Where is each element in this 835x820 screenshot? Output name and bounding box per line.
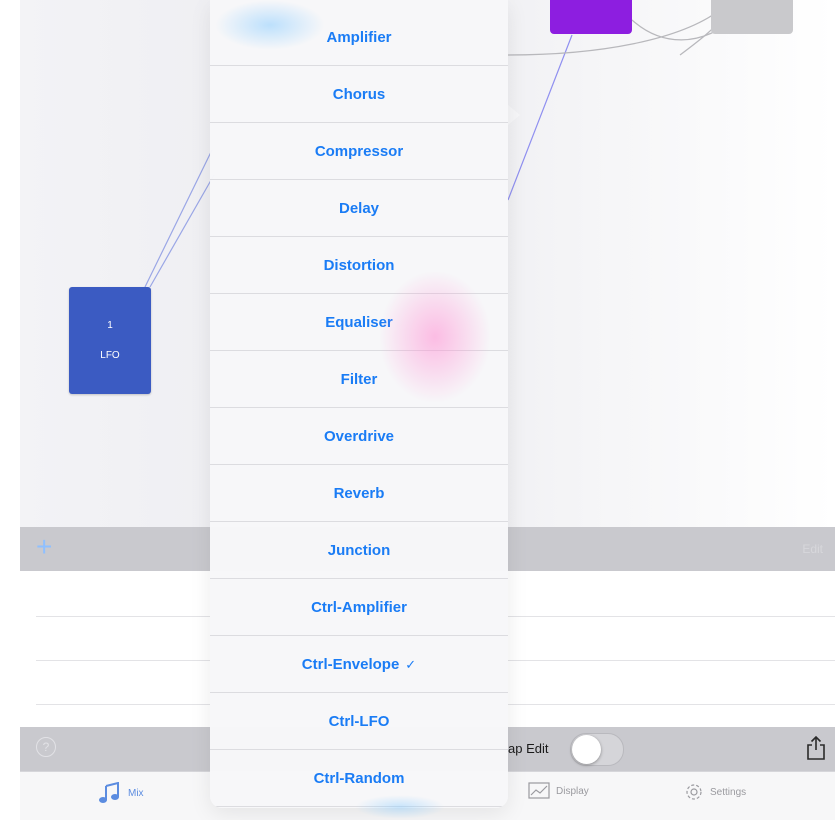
tab-display-label: Display: [556, 785, 589, 797]
menu-item-label: Amplifier: [326, 29, 392, 46]
menu-item-label: Junction: [327, 542, 391, 559]
touch-highlight: [380, 272, 490, 402]
menu-item-label: Compressor: [314, 143, 404, 160]
menu-item-reverb[interactable]: Reverb: [210, 466, 508, 522]
menu-item-compressor[interactable]: Compressor: [210, 124, 508, 180]
menu-item-ctrl-envelope[interactable]: Ctrl-Envelope ✓: [210, 637, 508, 693]
map-edit-toggle[interactable]: [570, 733, 624, 766]
lfo-module-label: LFO: [100, 350, 120, 361]
tab-settings[interactable]: Settings: [684, 782, 746, 802]
menu-item-label: Filter: [340, 371, 378, 388]
gear-icon: [686, 784, 702, 800]
edit-button[interactable]: Edit: [802, 542, 823, 556]
lfo-module[interactable]: 1 LFO: [69, 287, 151, 394]
menu-item-label: Reverb: [333, 485, 385, 502]
toggle-knob: [572, 735, 601, 764]
share-icon[interactable]: [805, 735, 827, 761]
menu-item-label: Ctrl-Amplifier: [311, 599, 407, 616]
map-edit-label: ap Edit: [508, 741, 549, 756]
wire-lfo-2: [149, 174, 215, 288]
menu-item-label: Delay: [338, 200, 380, 217]
menu-item-ctrl-lfo[interactable]: Ctrl-LFO: [210, 694, 508, 750]
tab-mix-label: Mix: [128, 787, 144, 799]
tab-settings-label: Settings: [710, 786, 747, 798]
gray-module[interactable]: [711, 0, 793, 34]
menu-item-label: Ctrl-Random: [313, 770, 405, 787]
lfo-module-number: 1: [107, 320, 113, 331]
purple-module[interactable]: [550, 0, 632, 34]
module-type-popover: Amplifier Chorus Compressor Delay Distortion…: [210, 0, 508, 808]
tab-display[interactable]: Display: [528, 782, 589, 800]
menu-item-overdrive[interactable]: Overdrive: [210, 409, 508, 465]
checkmark-icon: ✓: [405, 656, 417, 672]
menu-item-delay[interactable]: Delay: [210, 181, 508, 237]
display-icon: [528, 782, 550, 799]
touch-highlight: [355, 795, 445, 819]
menu-item-label: Chorus: [332, 86, 386, 103]
popover-arrow: [508, 105, 520, 125]
menu-item-label: Ctrl-Envelope: [301, 656, 400, 673]
music-note-icon: [99, 782, 119, 803]
help-icon[interactable]: ?: [36, 737, 56, 757]
menu-item-label: Ctrl-LFO: [328, 713, 390, 730]
touch-highlight: [215, 0, 325, 50]
menu-item-ctrl-amplifier[interactable]: Ctrl-Amplifier: [210, 580, 508, 636]
menu-item-label: Overdrive: [323, 428, 395, 445]
tab-mix[interactable]: Mix: [98, 782, 144, 804]
wire-lfo-1: [144, 149, 213, 288]
menu-item-chorus[interactable]: Chorus: [210, 67, 508, 123]
menu-item-junction[interactable]: Junction: [210, 523, 508, 579]
add-track-button[interactable]: +: [36, 532, 52, 562]
